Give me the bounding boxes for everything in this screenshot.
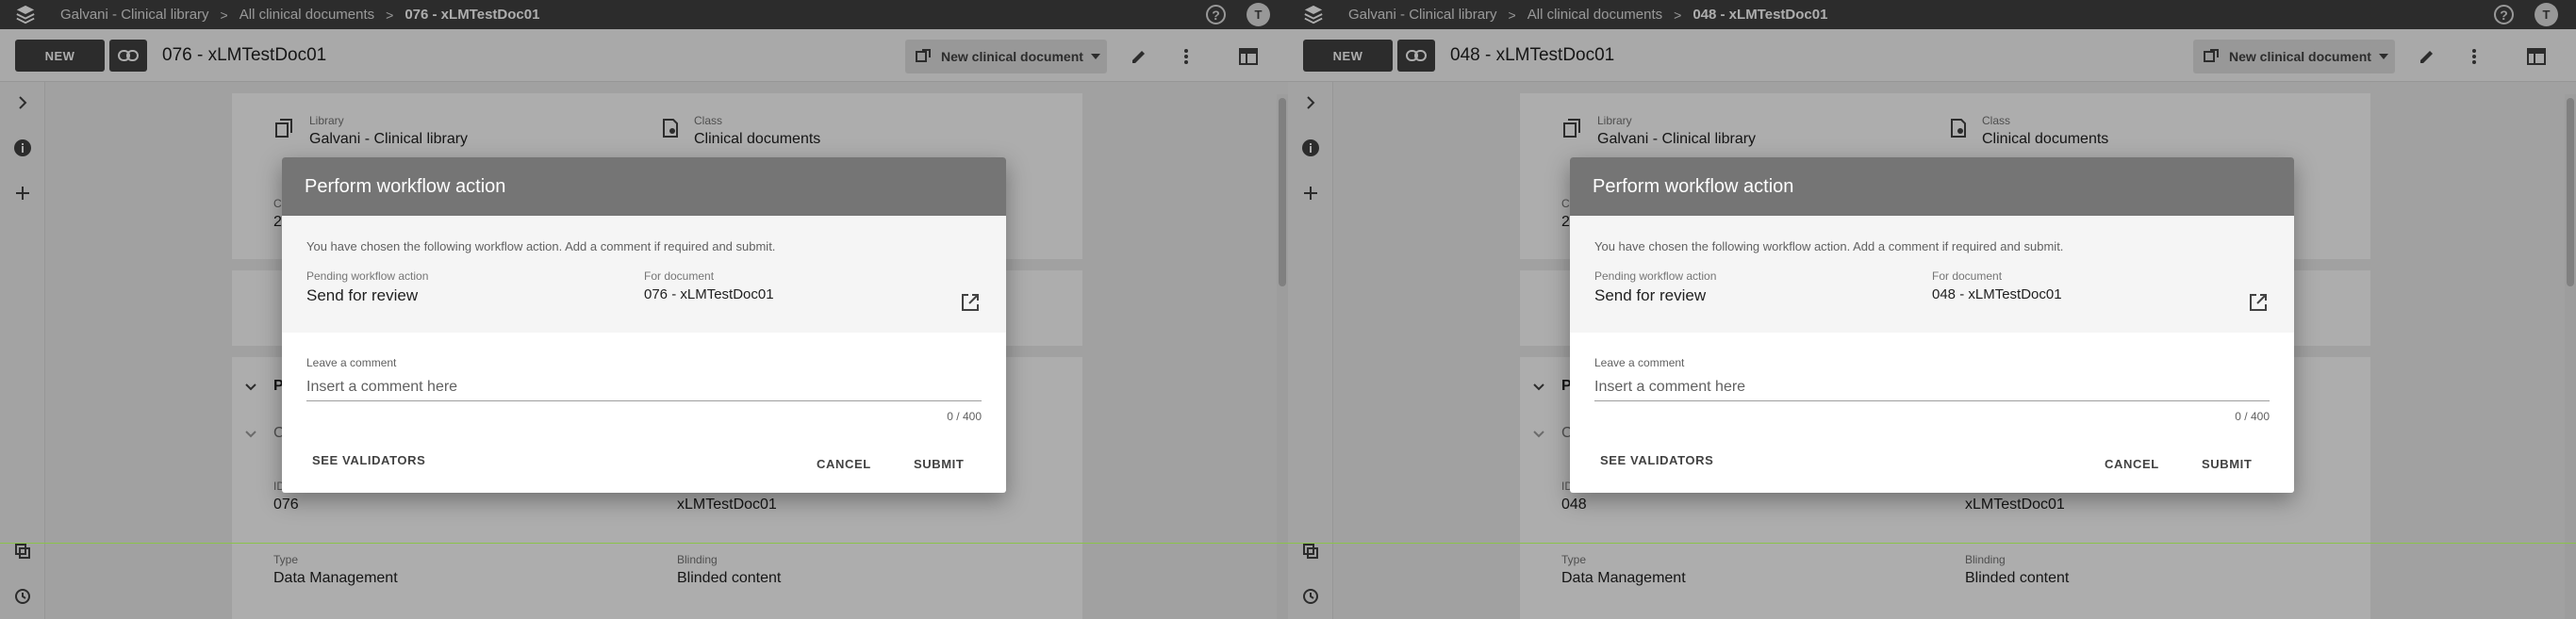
- cancel-button[interactable]: CANCEL: [2105, 457, 2159, 471]
- guide-line: [0, 543, 2576, 544]
- dialog-title: Perform workflow action: [282, 157, 1006, 216]
- submit-button[interactable]: SUBMIT: [914, 457, 964, 471]
- comment-label: Leave a comment: [306, 356, 397, 369]
- submit-button[interactable]: SUBMIT: [2202, 457, 2252, 471]
- app-panel-right: Galvani - Clinical library > All clinica…: [1288, 0, 2576, 619]
- for-document-label: For document: [1932, 269, 2003, 283]
- app-panel-left: Galvani - Clinical library > All clinica…: [0, 0, 1288, 619]
- open-in-new-icon[interactable]: [2247, 291, 2270, 314]
- dialog-info-section: You have chosen the following workflow a…: [282, 216, 1006, 333]
- pending-action-field: Pending workflow action Send for review: [306, 269, 428, 305]
- for-document-field: For document 048 - xLMTestDoc01: [1932, 269, 2062, 302]
- dialog-body: Leave a comment 0 / 400 SEE VALIDATORS C…: [282, 333, 1006, 493]
- comment-input[interactable]: [1594, 375, 2270, 401]
- cancel-button[interactable]: CANCEL: [817, 457, 871, 471]
- dialog-description: You have chosen the following workflow a…: [306, 239, 776, 253]
- comment-input[interactable]: [306, 375, 982, 401]
- dialog-body: Leave a comment 0 / 400 SEE VALIDATORS C…: [1570, 333, 2294, 493]
- char-count: 0 / 400: [947, 410, 982, 423]
- pending-action-value: Send for review: [306, 286, 419, 304]
- for-document-label: For document: [644, 269, 715, 283]
- dialog-info-section: You have chosen the following workflow a…: [1570, 216, 2294, 333]
- comment-label: Leave a comment: [1594, 356, 1685, 369]
- char-count: 0 / 400: [2235, 410, 2270, 423]
- for-document-field: For document 076 - xLMTestDoc01: [644, 269, 774, 302]
- pending-action-value: Send for review: [1594, 286, 1707, 304]
- workflow-dialog: Perform workflow action You have chosen …: [282, 157, 1006, 493]
- pending-action-label: Pending workflow action: [306, 269, 429, 283]
- dialog-description: You have chosen the following workflow a…: [1594, 239, 2064, 253]
- pending-action-field: Pending workflow action Send for review: [1594, 269, 1716, 305]
- for-document-value: 048 - xLMTestDoc01: [1932, 286, 2062, 302]
- for-document-value: 076 - xLMTestDoc01: [644, 286, 774, 302]
- open-in-new-icon[interactable]: [959, 291, 982, 314]
- pending-action-label: Pending workflow action: [1594, 269, 1717, 283]
- workflow-dialog: Perform workflow action You have chosen …: [1570, 157, 2294, 493]
- see-validators-button[interactable]: SEE VALIDATORS: [312, 453, 425, 467]
- see-validators-button[interactable]: SEE VALIDATORS: [1600, 453, 1713, 467]
- dialog-title: Perform workflow action: [1570, 157, 2294, 216]
